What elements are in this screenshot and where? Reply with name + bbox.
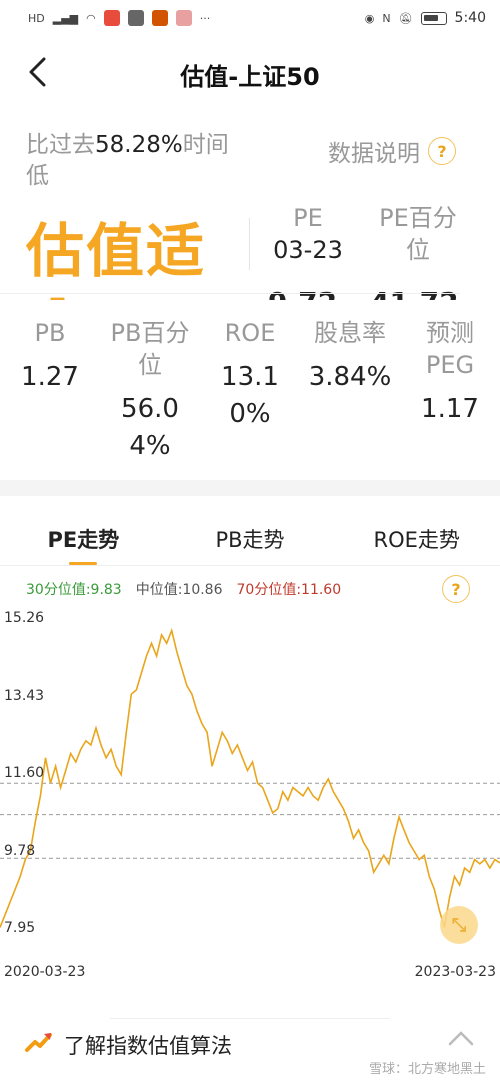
legend-70th-percentile: 70分位值:11.60 (236, 582, 342, 598)
tab-pb-trend[interactable]: PB走势 (167, 514, 334, 565)
nav-bar: 估值-上证50 (0, 44, 500, 104)
valuation-status: 估值适 (26, 217, 207, 285)
wifi-icon: ◠ (86, 11, 96, 25)
metric-label: PB (34, 319, 66, 347)
metric-value: 1.17 (421, 394, 479, 424)
app-notification-icon (127, 10, 144, 26)
chart-tabs: PE走势 PB走势 ROE走势 (0, 514, 500, 566)
back-arrow-icon (29, 57, 46, 87)
metric-value: 3.84% (308, 362, 392, 392)
metric-pb: PB 1.27 (0, 317, 100, 465)
status-time: 5:40 (454, 10, 486, 26)
y-tick-label: 11.60 (4, 765, 45, 781)
footer: 了解指数估值算法 雪球：北方寒地黑土 (0, 1018, 500, 1078)
app-notification-icon (175, 10, 192, 26)
signal-icon: ▂▄▆ (52, 11, 79, 25)
compare-text: 比过去58.28%时间低 (26, 130, 236, 192)
y-tick-label: 13.43 (4, 687, 45, 704)
metric-roe: ROE 13.10% (200, 317, 300, 465)
status-right-icons: ◉ N 🔕︎ 5:40 (365, 10, 486, 26)
section-divider (0, 480, 500, 496)
x-tick-label: 2020-03-23 (4, 964, 86, 980)
x-tick-label: 2023-03-23 (414, 964, 496, 980)
data-note-label: 数据说明 (328, 141, 420, 167)
metric-value: 13.10% (221, 362, 279, 429)
pe-label: PE (293, 204, 323, 232)
cut-pe-percentile: 41.72 (370, 288, 459, 300)
mute-icon: 🔕︎ (398, 11, 413, 25)
chart-legend: 30分位值:9.83 中位值:10.86 70分位值:11.60 ? (0, 574, 500, 604)
compare-prefix: 比过去 (26, 132, 95, 158)
metric-label: PB百分位 (110, 319, 190, 379)
expand-chart-button[interactable]: ⤡ (440, 906, 478, 944)
data-note-button[interactable]: 数据说明 ? (328, 134, 456, 168)
chevron-up-icon[interactable] (448, 1030, 474, 1046)
cut-pe-value: 9.72 (268, 288, 337, 300)
hd-icon: HD (28, 11, 45, 25)
y-tick-label: 7.95 (4, 920, 36, 936)
legend-median: 中位值:10.86 (135, 582, 223, 598)
cut-valuation-glyph: ▪ (48, 288, 67, 300)
chart-canvas (0, 627, 500, 928)
metric-peg: 预测PEG 1.17 (400, 317, 500, 465)
page-title: 估值-上证50 (180, 62, 320, 91)
compare-value: 58.28% (95, 132, 183, 158)
trend-arrow-icon (25, 1033, 52, 1052)
metric-pb-percentile: PB百分位 56.04% (100, 317, 200, 465)
more-notifications-icon: ··· (199, 11, 211, 25)
battery-icon (420, 11, 447, 25)
learn-valuation-link[interactable]: 了解指数估值算法 (64, 1030, 232, 1060)
metric-dividend-yield: 股息率 3.84% (300, 317, 400, 465)
app-notification-icon (103, 10, 120, 26)
cutoff-values: ▪ 9.72 41.72 (0, 288, 500, 300)
divider (249, 218, 250, 270)
scroll-divider (0, 293, 460, 294)
eye-icon: ◉ (364, 11, 375, 25)
tab-roe-trend[interactable]: ROE走势 (333, 514, 500, 565)
status-bar: HD ▂▄▆ ◠ ··· ◉ N 🔕︎ 5:40 (0, 0, 500, 36)
y-tick-label: 15.26 (4, 610, 45, 626)
help-icon[interactable]: ? (442, 575, 470, 603)
pe-date: 03-23 (273, 236, 343, 264)
metric-value: 56.04% (121, 394, 179, 461)
metric-value: 1.27 (21, 362, 79, 392)
metric-label: ROE (224, 319, 276, 347)
metric-label: 预测PEG (425, 319, 475, 379)
weibo-icon (151, 10, 168, 26)
legend-30th-percentile: 30分位值:9.83 (26, 582, 122, 598)
tab-pe-trend[interactable]: PE走势 (0, 514, 167, 565)
status-left-icons: HD ▂▄▆ ◠ ··· (28, 10, 210, 26)
y-tick-label: 9.78 (4, 842, 36, 859)
footer-separator (110, 1018, 390, 1019)
pe-trend-chart: ⤡ 15.26 13.43 11.60 9.78 7.95 2020-03-23 2023-… (0, 610, 500, 990)
pe-header: PE 03-23 (262, 202, 354, 266)
nfc-icon: N (382, 11, 391, 25)
pe-series-line (0, 627, 500, 928)
back-button[interactable] (18, 52, 58, 92)
metric-label: 股息率 (314, 319, 386, 347)
pe-percentile-header: PE百分位 (379, 204, 457, 264)
help-icon: ? (428, 137, 456, 165)
watermark: 雪球：北方寒地黑土 (368, 1062, 486, 1077)
metrics-row: PB 1.27 PB百分位 56.04% ROE 13.10% 股息率 3.84… (0, 317, 500, 465)
